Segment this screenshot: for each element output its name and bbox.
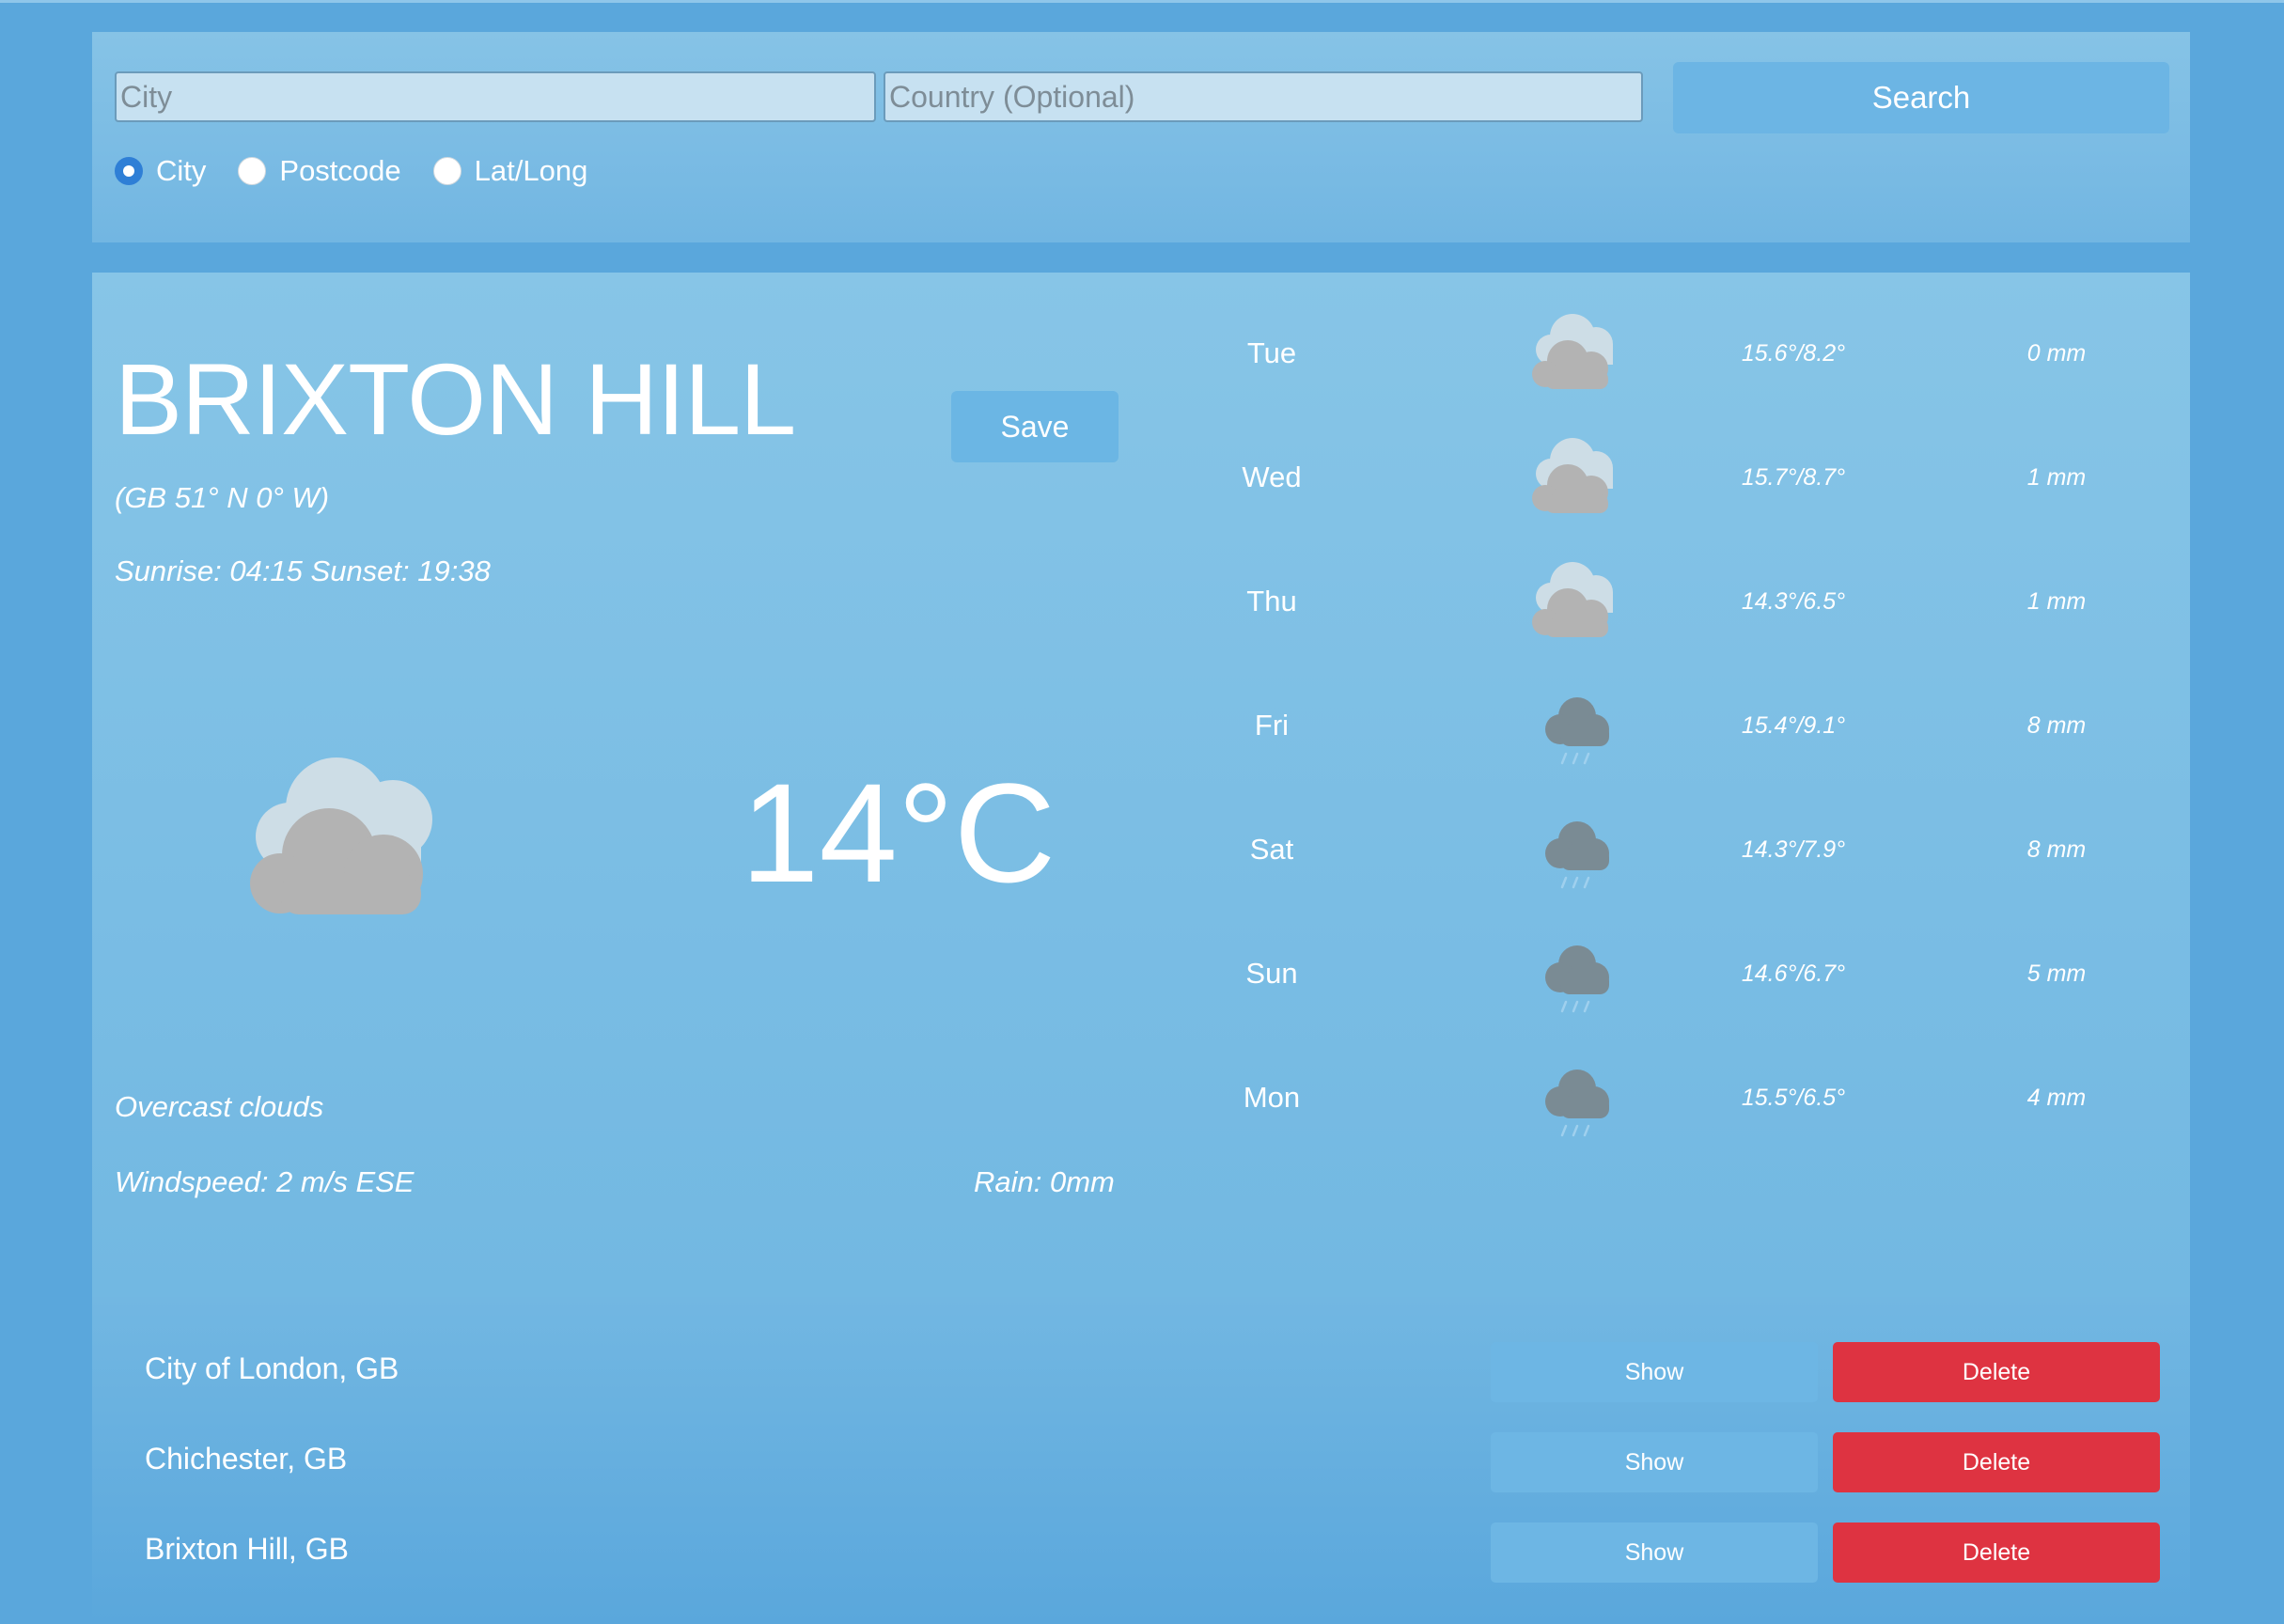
- forecast-day: Sun: [1245, 957, 1298, 990]
- radio-latlong[interactable]: [432, 157, 461, 185]
- delete-button[interactable]: Delete: [1833, 1432, 2160, 1492]
- weather-panel: BRIXTON HILL Save (GB 51° N 0° W) Sunris…: [92, 273, 2190, 1297]
- radio-option-city[interactable]: City: [115, 154, 206, 188]
- rain-icon: [1521, 814, 1624, 908]
- forecast-temps: 15.6°/8.2°: [1741, 340, 1846, 367]
- delete-button[interactable]: Delete: [1833, 1342, 2160, 1402]
- saved-location-name: Brixton Hill, GB: [145, 1532, 349, 1566]
- forecast-day: Wed: [1242, 461, 1302, 493]
- delete-button[interactable]: Delete: [1833, 1522, 2160, 1583]
- rain-icon: [1521, 1062, 1624, 1156]
- forecast-day: Fri: [1254, 709, 1290, 742]
- saved-location-name: City of London, GB: [145, 1351, 399, 1385]
- forecast-temps: 15.4°/9.1°: [1741, 712, 1846, 739]
- saved-locations-list: City of London, GB Show Delete Chicheste…: [92, 1297, 2190, 1624]
- radio-option-postcode[interactable]: Postcode: [238, 154, 401, 188]
- forecast-day: Sat: [1249, 833, 1294, 866]
- forecast-rain: 8 mm: [2026, 712, 2087, 739]
- cloudy-icon: [1521, 432, 1624, 522]
- forecast-rain: 0 mm: [2026, 340, 2087, 367]
- forecast-rain: 8 mm: [2026, 836, 2087, 863]
- radio-city[interactable]: [115, 157, 143, 185]
- saved-location-name: Chichester, GB: [145, 1442, 348, 1476]
- show-button[interactable]: Show: [1491, 1342, 1818, 1402]
- rain-icon: [1521, 938, 1624, 1032]
- search-mode-group: City Postcode Lat/Long: [115, 152, 619, 190]
- show-button[interactable]: Show: [1491, 1522, 1818, 1583]
- forecast-temps: 14.6°/6.7°: [1741, 960, 1846, 987]
- search-panel: Search City Postcode Lat/Long: [92, 32, 2190, 242]
- forecast-day: Tue: [1246, 336, 1297, 369]
- forecast-rain: 1 mm: [2026, 464, 2087, 491]
- forecast-row: Wed 15.7°/8.7° 1 mm: [92, 438, 2190, 556]
- cloudy-icon: [1521, 556, 1624, 646]
- forecast-row: Mon 15.5°/6.5° 4 mm: [92, 1070, 2190, 1177]
- radio-label-city: City: [156, 154, 207, 187]
- saved-location-item: Brixton Hill, GB Show Delete: [92, 1522, 2190, 1583]
- rain-icon: [1521, 690, 1624, 784]
- forecast-temps: 15.5°/6.5°: [1741, 1085, 1846, 1111]
- forecast-temps: 14.3°/6.5°: [1741, 588, 1846, 615]
- forecast-day: Mon: [1243, 1081, 1301, 1114]
- radio-label-postcode: Postcode: [279, 154, 401, 187]
- search-button[interactable]: Search: [1673, 62, 2169, 133]
- forecast-rain: 5 mm: [2026, 960, 2087, 987]
- forecast-row: Tue 15.6°/8.2° 0 mm: [92, 314, 2190, 432]
- show-button[interactable]: Show: [1491, 1432, 1818, 1492]
- forecast-row: Sun 14.6°/6.7° 5 mm: [92, 945, 2190, 1053]
- saved-location-item: Chichester, GB Show Delete: [92, 1432, 2190, 1492]
- radio-postcode[interactable]: [238, 157, 267, 185]
- forecast-row: Sat 14.3°/7.9° 8 mm: [92, 821, 2190, 929]
- top-border: [0, 0, 2284, 3]
- cloudy-icon: [1521, 308, 1624, 398]
- forecast-rain: 4 mm: [2026, 1085, 2087, 1111]
- forecast-row: Thu 14.3°/6.5° 1 mm: [92, 562, 2190, 680]
- city-input[interactable]: [115, 71, 876, 122]
- forecast-day: Thu: [1246, 585, 1297, 617]
- forecast-rain: 1 mm: [2026, 588, 2087, 615]
- forecast-temps: 14.3°/7.9°: [1741, 836, 1846, 863]
- forecast-row: Fri 15.4°/9.1° 8 mm: [92, 697, 2190, 804]
- radio-label-latlong: Lat/Long: [474, 154, 588, 187]
- country-input[interactable]: [884, 71, 1643, 122]
- forecast-temps: 15.7°/8.7°: [1741, 464, 1846, 491]
- radio-option-latlong[interactable]: Lat/Long: [432, 154, 588, 188]
- saved-location-item: City of London, GB Show Delete: [92, 1342, 2190, 1402]
